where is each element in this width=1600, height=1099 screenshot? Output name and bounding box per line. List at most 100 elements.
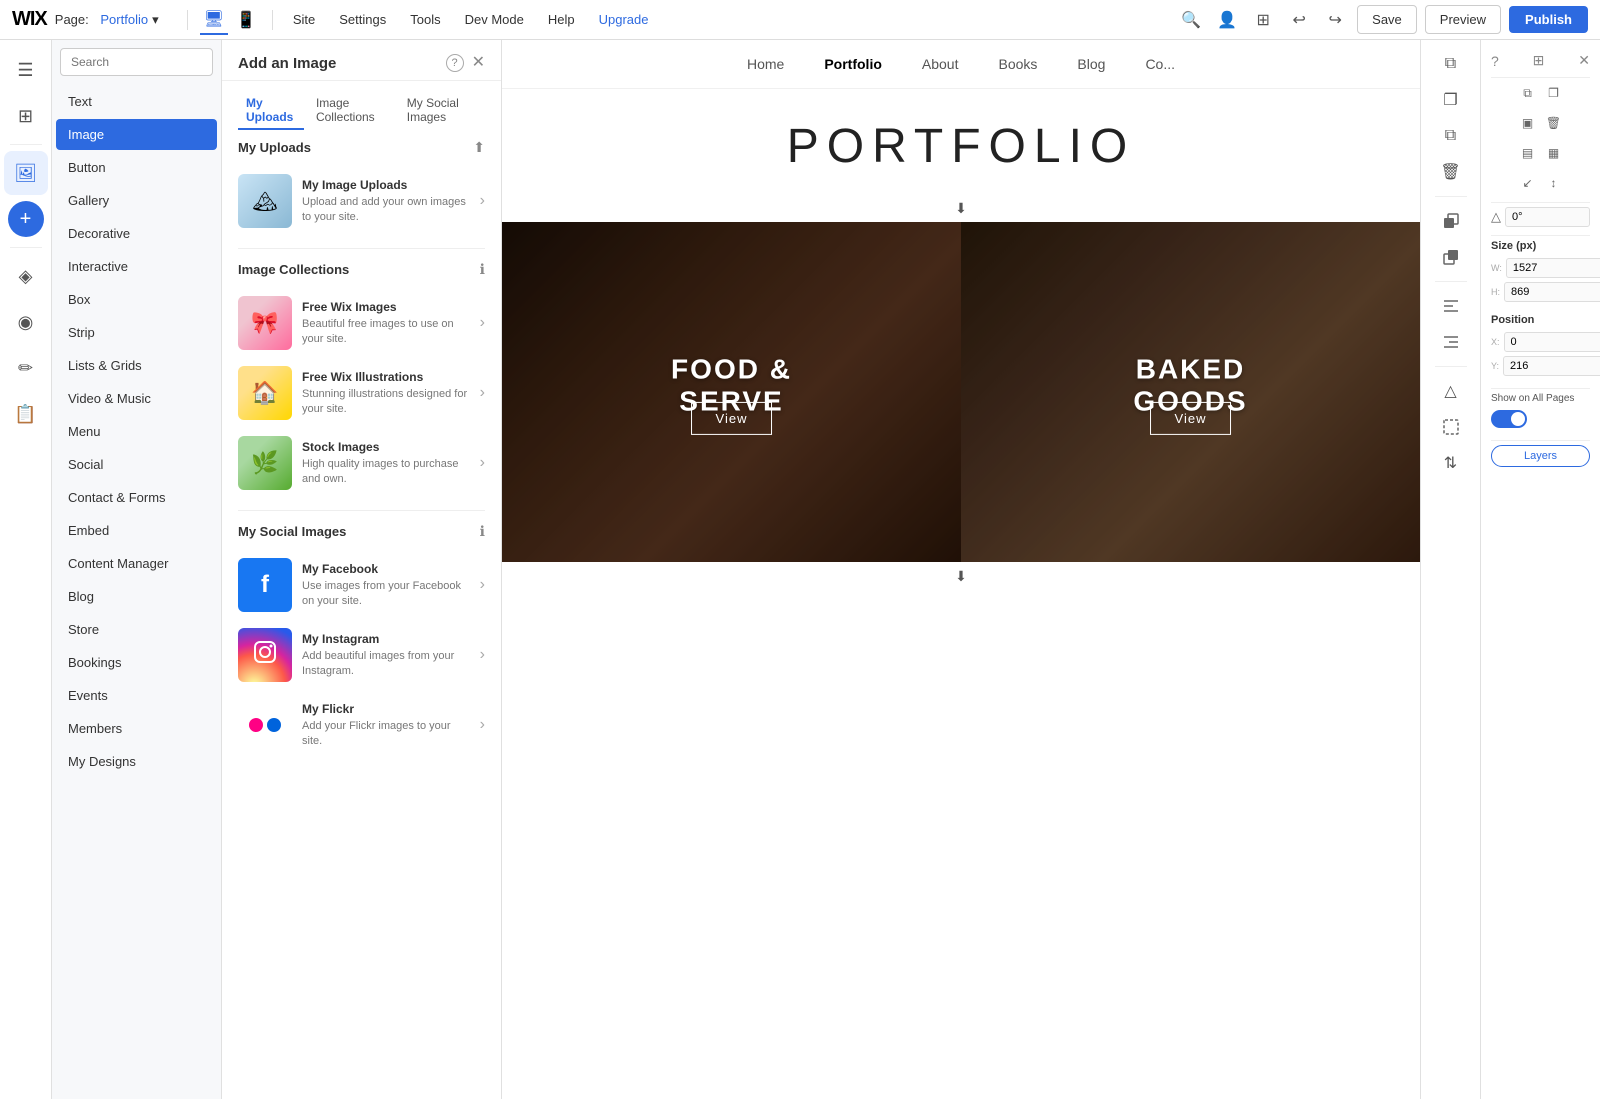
nav-upgrade[interactable]: Upgrade: [591, 12, 657, 27]
instagram-item[interactable]: My Instagram Add beautiful images from y…: [238, 620, 485, 690]
nav-settings[interactable]: Settings: [331, 12, 394, 27]
panel-item-gallery[interactable]: Gallery: [56, 185, 217, 216]
help-question-icon[interactable]: ?: [1491, 53, 1499, 69]
search-btn[interactable]: 🔍: [1177, 6, 1205, 34]
nav-site[interactable]: Site: [285, 12, 323, 27]
tab-my-uploads[interactable]: My Uploads: [238, 92, 304, 130]
sidebar-item-image[interactable]: 🖼: [4, 151, 48, 195]
copy2-btn[interactable]: ⧉: [1429, 120, 1473, 152]
sidebar-item-wixapps[interactable]: ◈: [4, 254, 48, 298]
props-align2-btn[interactable]: ▦: [1543, 142, 1565, 164]
panel-item-content-manager[interactable]: Content Manager: [56, 548, 217, 579]
flip-btn[interactable]: ⇅: [1429, 447, 1473, 479]
free-wix-illustrations-item[interactable]: 🏠 Free Wix Illustrations Stunning illust…: [238, 358, 485, 428]
rotate-btn[interactable]: △: [1429, 375, 1473, 407]
nav-home[interactable]: Home: [747, 56, 784, 72]
align-left-btn[interactable]: [1429, 290, 1473, 322]
nav-about[interactable]: About: [922, 56, 959, 72]
my-image-uploads-item[interactable]: 🏔 My Image Uploads Upload and add your o…: [238, 166, 485, 236]
panel-item-contact[interactable]: Contact & Forms: [56, 482, 217, 513]
page-selector[interactable]: Page: Portfolio ▾: [55, 12, 159, 28]
show-all-pages-toggle[interactable]: [1491, 410, 1527, 428]
panel-item-members[interactable]: Members: [56, 713, 217, 744]
panel-item-interactive[interactable]: Interactive: [56, 251, 217, 282]
panel-item-text[interactable]: Text: [56, 86, 217, 117]
publish-button[interactable]: Publish: [1509, 6, 1588, 33]
duplicate-btn[interactable]: ⧉: [1429, 48, 1473, 80]
panel-item-strip[interactable]: Strip: [56, 317, 217, 348]
panel-item-store[interactable]: Store: [56, 614, 217, 645]
nav-help[interactable]: Help: [540, 12, 583, 27]
undo-btn[interactable]: ↩: [1285, 6, 1313, 34]
nav-more[interactable]: Co...: [1145, 56, 1175, 72]
panel-item-image[interactable]: Image: [56, 119, 217, 150]
panel-item-events[interactable]: Events: [56, 680, 217, 711]
props-panel-grid-icon[interactable]: ⊞: [1533, 52, 1545, 69]
panel-item-video[interactable]: Video & Music: [56, 383, 217, 414]
social-info-icon[interactable]: ℹ: [480, 523, 485, 540]
panel-item-bookings[interactable]: Bookings: [56, 647, 217, 678]
collections-info-icon[interactable]: ℹ: [480, 261, 485, 278]
tab-my-social-images[interactable]: My Social Images: [399, 92, 485, 130]
props-trash-btn[interactable]: 🗑: [1543, 112, 1565, 134]
panel-item-social[interactable]: Social: [56, 449, 217, 480]
nav-portfolio[interactable]: Portfolio: [824, 56, 882, 72]
portfolio-cell-baked[interactable]: BAKED GOODS View: [961, 222, 1420, 562]
props-copy1-btn[interactable]: ⧉: [1517, 82, 1539, 104]
y-input[interactable]: [1503, 356, 1600, 376]
layer-back-btn[interactable]: [1429, 205, 1473, 237]
redo-btn[interactable]: ↪: [1321, 6, 1349, 34]
canvas-toolbar-top[interactable]: ⬇: [502, 194, 1420, 222]
panel-item-blog[interactable]: Blog: [56, 581, 217, 612]
canvas-toolbar-bottom[interactable]: ⬇: [502, 562, 1420, 590]
width-input[interactable]: [1506, 258, 1600, 278]
baked-view-button[interactable]: View: [1150, 402, 1232, 435]
grid-btn[interactable]: ⊞: [1249, 6, 1277, 34]
props-copy2-btn[interactable]: ❐: [1543, 82, 1565, 104]
props-align1-btn[interactable]: ▤: [1517, 142, 1539, 164]
accounts-btn[interactable]: 👤: [1213, 6, 1241, 34]
panel-item-box[interactable]: Box: [56, 284, 217, 315]
help-icon[interactable]: ?: [446, 54, 464, 72]
sidebar-item-blog[interactable]: 📋: [4, 392, 48, 436]
add-element-button[interactable]: +: [8, 201, 44, 237]
height-input[interactable]: [1504, 282, 1600, 302]
food-view-button[interactable]: View: [691, 402, 773, 435]
sidebar-item-pen[interactable]: ✏: [4, 346, 48, 390]
close-modal-button[interactable]: ✕: [472, 55, 485, 71]
panel-item-mydesigns[interactable]: My Designs: [56, 746, 217, 777]
sidebar-item-media[interactable]: ◉: [4, 300, 48, 344]
tab-image-collections[interactable]: Image Collections: [308, 92, 395, 130]
nav-devmode[interactable]: Dev Mode: [457, 12, 532, 27]
mobile-btn[interactable]: 📱: [232, 6, 260, 34]
copy-btn[interactable]: ❐: [1429, 84, 1473, 116]
props-transform1-btn[interactable]: ↙: [1517, 172, 1539, 194]
align-right-btn[interactable]: [1429, 326, 1473, 358]
crop-btn[interactable]: [1429, 411, 1473, 443]
nav-books[interactable]: Books: [998, 56, 1037, 72]
free-wix-images-item[interactable]: 🎀 Free Wix Images Beautiful free images …: [238, 288, 485, 358]
x-input[interactable]: [1504, 332, 1600, 352]
stock-images-item[interactable]: 🌿 Stock Images High quality images to pu…: [238, 428, 485, 498]
sidebar-item-sections[interactable]: ⊞: [4, 94, 48, 138]
panel-item-menu[interactable]: Menu: [56, 416, 217, 447]
flickr-item[interactable]: My Flickr Add your Flickr images to your…: [238, 690, 485, 760]
panel-item-button[interactable]: Button: [56, 152, 217, 183]
props-transform2-btn[interactable]: ↕: [1543, 172, 1565, 194]
panel-item-decorative[interactable]: Decorative: [56, 218, 217, 249]
nav-blog[interactable]: Blog: [1077, 56, 1105, 72]
panel-item-embed[interactable]: Embed: [56, 515, 217, 546]
facebook-item[interactable]: f My Facebook Use images from your Faceb…: [238, 550, 485, 620]
delete-btn[interactable]: 🗑: [1429, 156, 1473, 188]
panel-item-lists[interactable]: Lists & Grids: [56, 350, 217, 381]
upload-icon[interactable]: ⬆: [473, 139, 485, 156]
props-close-icon[interactable]: ✕: [1578, 52, 1590, 69]
sidebar-item-pages[interactable]: ☰: [4, 48, 48, 92]
save-button[interactable]: Save: [1357, 5, 1417, 34]
angle-input[interactable]: 0°: [1505, 207, 1590, 227]
layers-button[interactable]: Layers: [1491, 445, 1590, 467]
props-layer1-btn[interactable]: ▣: [1517, 112, 1539, 134]
portfolio-cell-food[interactable]: FOOD & SERVE View: [502, 222, 961, 562]
desktop-btn[interactable]: 🖥: [200, 5, 228, 35]
layer-front-btn[interactable]: [1429, 241, 1473, 273]
